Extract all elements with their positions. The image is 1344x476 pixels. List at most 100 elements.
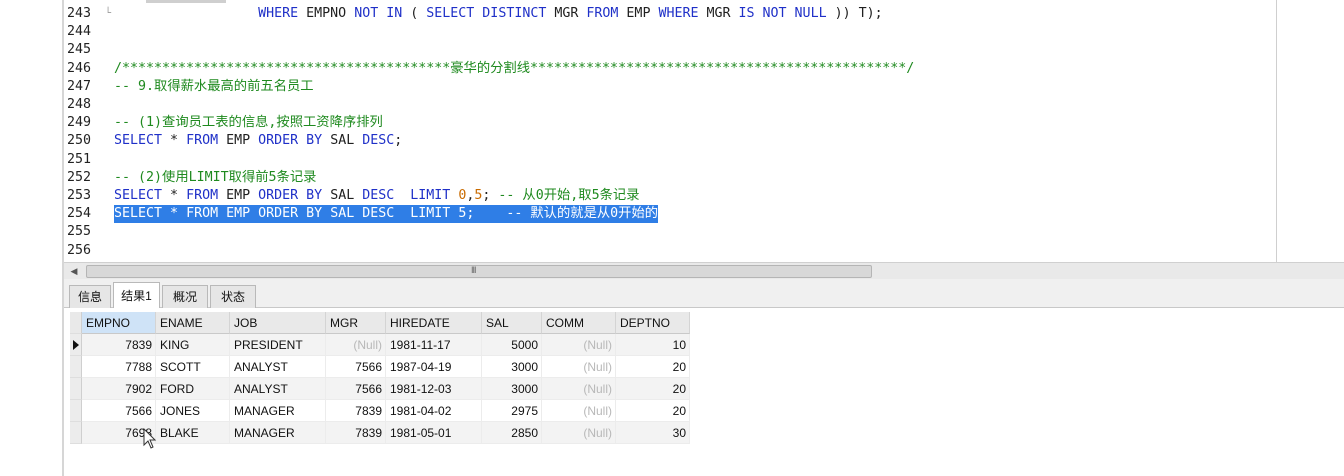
tab-status[interactable]: 状态 — [210, 285, 256, 308]
sql-token: MGR — [546, 6, 587, 21]
cell-deptno[interactable]: 20 — [616, 356, 690, 378]
column-header-deptno[interactable]: DEPTNO — [616, 312, 690, 334]
cell-sal[interactable]: 3000 — [482, 356, 542, 378]
row-indicator[interactable] — [70, 400, 82, 422]
row-indicator[interactable] — [70, 334, 82, 356]
cell-sal[interactable]: 2850 — [482, 422, 542, 444]
cell-hiredate[interactable]: 1981-04-02 — [386, 400, 482, 422]
cell-sal[interactable]: 3000 — [482, 378, 542, 400]
sql-editor[interactable]: 243 └ WHERE EMPNO NOT IN ( SELECT DISTINC… — [64, 0, 1344, 262]
table-row[interactable]: 7566 JONES MANAGER 7839 1981-04-02 2975 (Null)… — [70, 400, 698, 422]
row-indicator[interactable] — [70, 378, 82, 400]
code-text: /***************************************… — [114, 60, 914, 78]
row-indicator[interactable] — [70, 422, 82, 444]
cell-deptno[interactable]: 20 — [616, 400, 690, 422]
code-text: -- (2)使用LIMIT取得前5条记录 — [114, 169, 316, 187]
line-number: 243 — [67, 6, 92, 21]
tab-info[interactable]: 信息 — [69, 285, 111, 308]
code-text: WHERE EMPNO NOT IN ( SELECT DISTINCT MGR… — [114, 5, 883, 23]
cell-hiredate[interactable]: 1981-12-03 — [386, 378, 482, 400]
cell-mgr[interactable]: (Null) — [326, 334, 386, 356]
code-line[interactable]: 243 └ WHERE EMPNO NOT IN ( SELECT DISTINC… — [64, 5, 1264, 23]
code-line[interactable]: 246 /************************************… — [64, 60, 1264, 78]
cell-ename[interactable]: FORD — [156, 378, 230, 400]
cell-comm[interactable]: (Null) — [542, 334, 616, 356]
sql-comment: /***************************************… — [114, 60, 915, 76]
cell-comm[interactable]: (Null) — [542, 356, 616, 378]
code-line[interactable]: 256 — [64, 242, 1264, 260]
cell-hiredate[interactable]: 1987-04-19 — [386, 356, 482, 378]
cell-mgr[interactable]: 7839 — [326, 422, 386, 444]
code-line[interactable]: 249 -- (1)查询员工表的信息,按照工资降序排列 — [64, 114, 1264, 132]
code-line[interactable]: 251 — [64, 151, 1264, 169]
code-line[interactable]: 253 SELECT * FROM EMP ORDER BY SAL DESC L… — [64, 187, 1264, 205]
sql-token: SAL — [322, 206, 363, 222]
table-row[interactable]: 7839 KING PRESIDENT (Null) 1981-11-17 5000 (Nu… — [70, 334, 698, 356]
sql-comment: -- 9.取得薪水最高的前五名员工 — [114, 78, 314, 94]
column-header-job[interactable]: JOB — [230, 312, 326, 334]
cell-job[interactable]: MANAGER — [230, 422, 326, 444]
code-line[interactable]: 252 -- (2)使用LIMIT取得前5条记录 — [64, 169, 1264, 187]
column-header-empno[interactable]: EMPNO — [82, 312, 156, 334]
result-panel: EMPNO ENAME JOB MGR HIREDATE SAL COMM DEPTNO 783… — [64, 308, 1344, 476]
cell-empno[interactable]: 7566 — [82, 400, 156, 422]
sql-token: )) T); — [826, 6, 883, 21]
cell-job[interactable]: ANALYST — [230, 378, 326, 400]
table-row[interactable]: 7788 SCOTT ANALYST 7566 1987-04-19 3000 (Null)… — [70, 356, 698, 378]
sql-keyword: SELECT — [114, 206, 163, 222]
line-number: 248 — [67, 97, 92, 112]
column-header-sal[interactable]: SAL — [482, 312, 542, 334]
line-number: 246 — [67, 60, 92, 76]
column-header-hiredate[interactable]: HIREDATE — [386, 312, 482, 334]
scrollbar-thumb[interactable]: III — [86, 265, 872, 278]
table-row[interactable]: 7698 BLAKE MANAGER 7839 1981-05-01 2850 (Null)… — [70, 422, 698, 444]
cell-deptno[interactable]: 20 — [616, 378, 690, 400]
code-line[interactable]: 244 — [64, 23, 1264, 41]
code-line[interactable]: 254 SELECT * FROM EMP ORDER BY SAL DESC L… — [64, 205, 1264, 224]
column-header-ename[interactable]: ENAME — [156, 312, 230, 334]
cell-empno[interactable]: 7902 — [82, 378, 156, 400]
code-line[interactable]: 248 — [64, 96, 1264, 114]
cell-hiredate[interactable]: 1981-05-01 — [386, 422, 482, 444]
code-line[interactable]: 245 — [64, 41, 1264, 59]
selected-code-text: SELECT * FROM EMP ORDER BY SAL DESC LIMI… — [114, 205, 659, 224]
tab-result-1[interactable]: 结果1 — [113, 282, 160, 309]
cell-sal[interactable]: 5000 — [482, 334, 542, 356]
horizontal-scrollbar[interactable]: ◀ III — [64, 262, 1344, 279]
cell-job[interactable]: MANAGER — [230, 400, 326, 422]
cell-hiredate[interactable]: 1981-11-17 — [386, 334, 482, 356]
cell-mgr[interactable]: 7566 — [326, 378, 386, 400]
column-header-comm[interactable]: COMM — [542, 312, 616, 334]
cell-deptno[interactable]: 10 — [616, 334, 690, 356]
column-header-mgr[interactable]: MGR — [326, 312, 386, 334]
cell-empno[interactable]: 7839 — [82, 334, 156, 356]
cell-comm[interactable]: (Null) — [542, 400, 616, 422]
sql-keyword: DESC — [362, 133, 395, 149]
cell-mgr[interactable]: 7566 — [326, 356, 386, 378]
code-line[interactable]: 255 — [64, 223, 1264, 241]
cell-comm[interactable]: (Null) — [542, 378, 616, 400]
scroll-left-arrow-icon[interactable]: ◀ — [67, 264, 81, 279]
row-indicator[interactable] — [70, 356, 82, 378]
line-number: 244 — [67, 24, 92, 40]
cell-ename[interactable]: SCOTT — [156, 356, 230, 378]
tab-overview[interactable]: 概况 — [162, 285, 208, 308]
cell-sal[interactable]: 2975 — [482, 400, 542, 422]
cell-ename[interactable]: JONES — [156, 400, 230, 422]
code-line[interactable]: 250 SELECT * FROM EMP ORDER BY SAL DESC; — [64, 132, 1264, 150]
sql-token: EMP — [218, 133, 259, 149]
cell-comm[interactable]: (Null) — [542, 422, 616, 444]
row-indicator-header — [70, 312, 82, 334]
cell-ename[interactable]: BLAKE — [156, 422, 230, 444]
cell-ename[interactable]: KING — [156, 334, 230, 356]
code-line[interactable]: 247 -- 9.取得薪水最高的前五名员工 — [64, 78, 1264, 96]
cell-mgr[interactable]: 7839 — [326, 400, 386, 422]
table-row[interactable]: 7902 FORD ANALYST 7566 1981-12-03 3000 (Null) 2… — [70, 378, 698, 400]
cell-deptno[interactable]: 30 — [616, 422, 690, 444]
cell-job[interactable]: ANALYST — [230, 356, 326, 378]
result-tab-bar: 信息 结果1 概况 状态 — [64, 279, 1344, 309]
cell-job[interactable]: PRESIDENT — [230, 334, 326, 356]
cell-empno[interactable]: 7788 — [82, 356, 156, 378]
fold-marker-icon[interactable]: └ — [105, 5, 111, 23]
